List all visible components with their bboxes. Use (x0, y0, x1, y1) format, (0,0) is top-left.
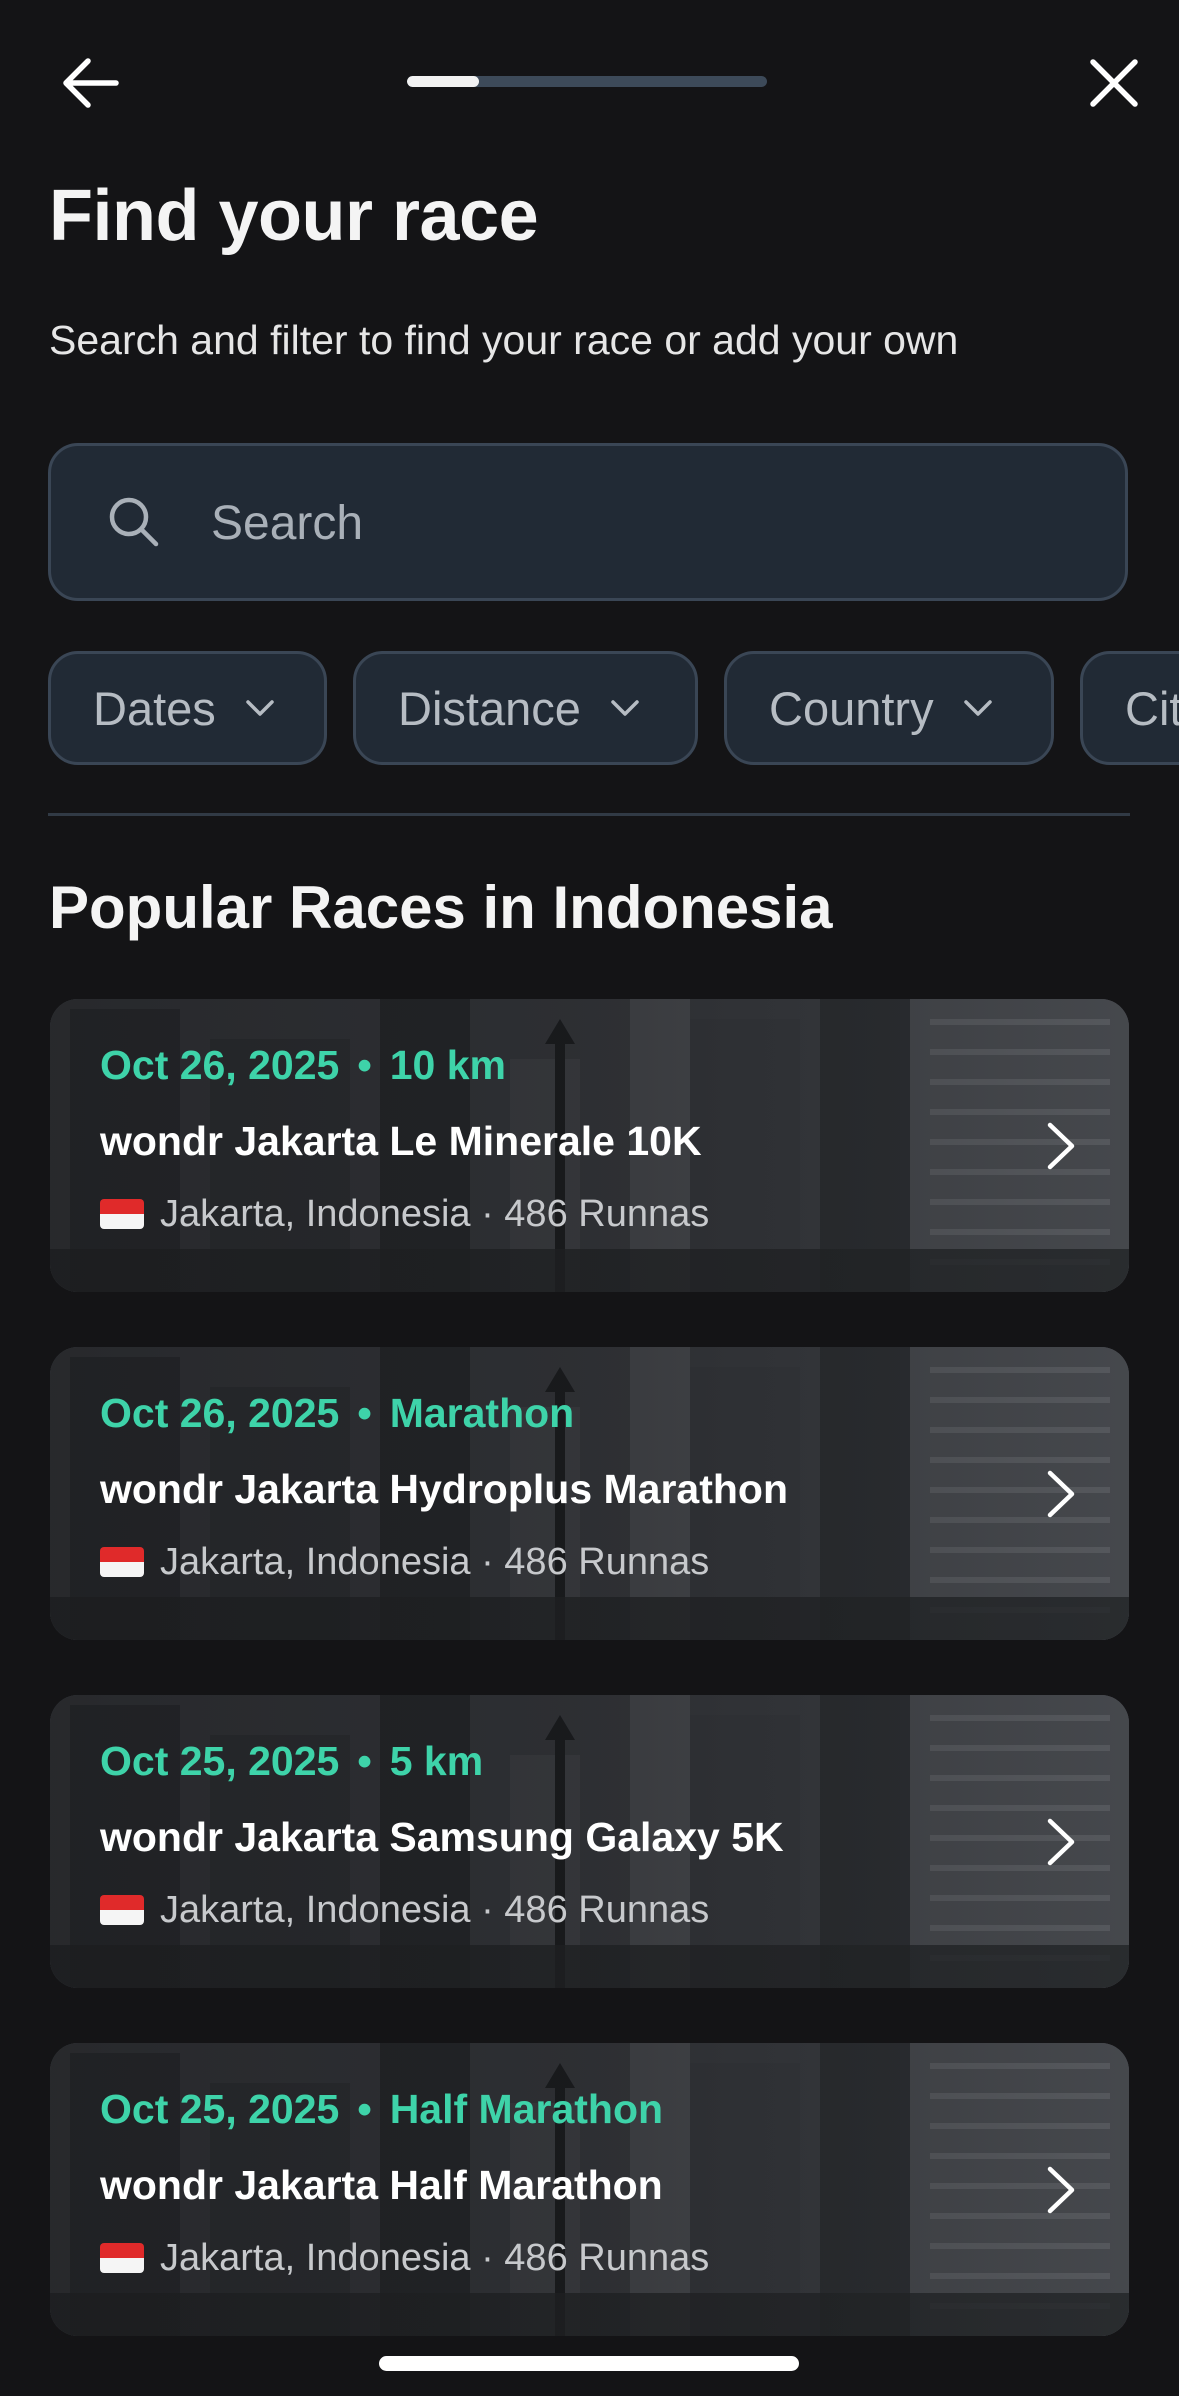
race-meta: Oct 26, 2025 • 10 km (100, 1039, 506, 1091)
filter-country-chip[interactable]: Country (724, 651, 1054, 765)
filter-distance-label: Distance (398, 681, 581, 735)
race-location-text: Jakarta, Indonesia · 486 Runnas (160, 2237, 710, 2279)
meta-separator: • (357, 1738, 372, 1784)
race-name: wondr Jakarta Hydroplus Marathon (100, 1466, 789, 1512)
race-location: Jakarta, Indonesia · 486 Runnas (100, 1189, 709, 1239)
race-date: Oct 26, 2025 (100, 1042, 340, 1088)
top-bar (0, 0, 1179, 170)
close-button[interactable] (1074, 48, 1154, 118)
divider (48, 813, 1130, 816)
race-card[interactable]: Oct 26, 2025 • Marathon wondr Jakarta Hydr… (50, 1347, 1129, 1640)
chevron-down-icon (963, 700, 992, 716)
chevron-right-icon (1047, 1470, 1075, 1517)
race-location: Jakarta, Indonesia · 486 Runnas (100, 1537, 709, 1587)
race-card[interactable]: Oct 26, 2025 • 10 km wondr Jakarta Le Mine… (50, 999, 1129, 1292)
back-button[interactable] (50, 48, 130, 118)
home-indicator[interactable] (379, 2356, 799, 2371)
chevron-right-icon (1047, 2166, 1075, 2213)
arrow-left-icon (63, 58, 119, 108)
meta-separator: • (357, 1390, 372, 1436)
page-title: Find your race (49, 176, 539, 256)
race-meta: Oct 26, 2025 • Marathon (100, 1387, 574, 1439)
chevron-right-icon (1047, 1122, 1075, 1169)
chevron-down-icon (246, 700, 274, 716)
filter-distance-chip[interactable]: Distance (353, 651, 698, 765)
race-date: Oct 26, 2025 (100, 1390, 340, 1436)
chevron-right-icon (1047, 1818, 1075, 1865)
filter-chips: Dates Distance Country City (48, 651, 1179, 765)
race-location: Jakarta, Indonesia · 486 Runnas (100, 1885, 709, 1935)
search-box[interactable] (48, 443, 1128, 601)
race-meta: Oct 25, 2025 • 5 km (100, 1735, 483, 1787)
race-date: Oct 25, 2025 (100, 1738, 340, 1784)
race-name: wondr Jakarta Samsung Galaxy 5K (100, 1814, 784, 1860)
filter-country-label: Country (769, 681, 934, 735)
filter-dates-label: Dates (93, 681, 216, 735)
progress-bar (407, 76, 767, 87)
meta-separator: • (357, 1042, 372, 1088)
close-icon (1090, 59, 1138, 107)
race-card[interactable]: Oct 25, 2025 • 5 km wondr Jakarta Samsung … (50, 1695, 1129, 1988)
indonesia-flag-icon (100, 1895, 144, 1925)
indonesia-flag-icon (100, 1199, 144, 1229)
indonesia-flag-icon (100, 2243, 144, 2273)
race-distance: 10 km (389, 1042, 506, 1088)
race-name: wondr Jakarta Le Minerale 10K (100, 1118, 702, 1164)
search-input[interactable] (209, 446, 1093, 600)
search-icon (109, 497, 159, 547)
page-subtitle: Search and filter to find your race or a… (49, 317, 959, 363)
race-meta: Oct 25, 2025 • Half Marathon (100, 2083, 663, 2135)
filter-city-chip[interactable]: City (1080, 651, 1179, 765)
progress-fill (407, 76, 479, 87)
race-location-text: Jakarta, Indonesia · 486 Runnas (160, 1889, 710, 1931)
section-title: Popular Races in Indonesia (49, 874, 833, 941)
race-card[interactable]: Oct 25, 2025 • Half Marathon wondr Jakarta… (50, 2043, 1129, 2336)
race-date: Oct 25, 2025 (100, 2086, 340, 2132)
chevron-down-icon (611, 700, 639, 716)
filter-dates-chip[interactable]: Dates (48, 651, 327, 765)
race-distance: 5 km (389, 1738, 484, 1784)
race-location: Jakarta, Indonesia · 486 Runnas (100, 2233, 709, 2283)
race-location-text: Jakarta, Indonesia · 486 Runnas (160, 1541, 710, 1583)
meta-separator: • (357, 2086, 372, 2132)
filter-city-label: City (1125, 681, 1179, 735)
race-distance: Half Marathon (389, 2086, 664, 2132)
race-location-text: Jakarta, Indonesia · 486 Runnas (160, 1193, 710, 1235)
race-name: wondr Jakarta Half Marathon (100, 2162, 663, 2208)
indonesia-flag-icon (100, 1547, 144, 1577)
race-distance: Marathon (389, 1390, 575, 1436)
